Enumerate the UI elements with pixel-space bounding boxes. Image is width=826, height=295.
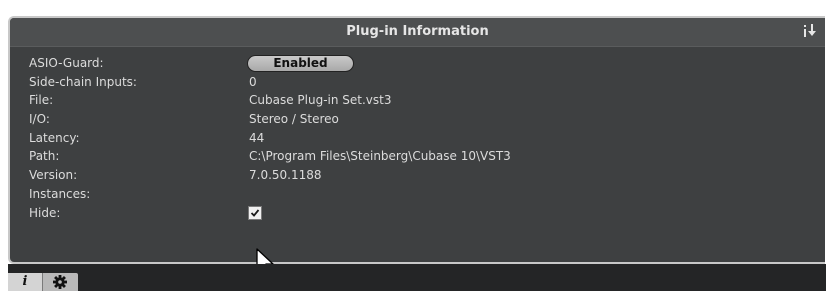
info-rows: ASIO-Guard: Enabled Side-chain Inputs: 0… — [10, 54, 825, 222]
io-value: Stereo / Stereo — [249, 112, 339, 127]
row-file: File: Cubase Plug-in Set.vst3 — [10, 91, 825, 110]
panel-title: Plug-in Information — [346, 24, 489, 39]
asio-guard-enabled-button[interactable]: Enabled — [247, 55, 354, 72]
asio-guard-label: ASIO-Guard: — [29, 56, 104, 70]
file-value: Cubase Plug-in Set.vst3 — [249, 93, 392, 108]
path-label: Path: — [29, 149, 60, 164]
row-latency: Latency: 44 — [10, 129, 825, 148]
row-io: I/O: Stereo / Stereo — [10, 110, 825, 129]
version-label: Version: — [29, 168, 78, 183]
instances-label: Instances: — [29, 186, 91, 201]
row-hide: Hide: — [10, 204, 825, 223]
latency-value: 44 — [249, 130, 265, 145]
settings-tab[interactable] — [42, 273, 78, 291]
gear-icon — [53, 275, 67, 289]
path-value: C:\Program Files\Steinberg\Cubase 10\VST… — [249, 149, 511, 164]
hide-label: Hide: — [29, 205, 61, 220]
row-version: Version: 7.0.50.1188 — [10, 166, 825, 185]
row-asio-guard: ASIO-Guard: Enabled — [10, 54, 825, 73]
io-label: I/O: — [29, 112, 50, 127]
latency-label: Latency: — [29, 130, 80, 145]
side-chain-inputs-value: 0 — [249, 74, 257, 89]
hide-checkbox[interactable] — [248, 205, 262, 220]
info-tab[interactable]: i — [8, 273, 42, 291]
version-value: 7.0.50.1188 — [249, 168, 322, 183]
export-info-icon[interactable] — [803, 23, 817, 39]
row-side-chain-inputs: Side-chain Inputs: 0 — [10, 73, 825, 92]
checkmark-icon — [250, 208, 260, 217]
side-chain-inputs-label: Side-chain Inputs: — [29, 74, 137, 89]
bottom-toolbar — [8, 264, 826, 291]
inspector-tabs: i — [8, 273, 78, 291]
panel-header: Plug-in Information — [10, 18, 825, 47]
file-label: File: — [29, 93, 54, 108]
row-path: Path: C:\Program Files\Steinberg\Cubase … — [10, 147, 825, 166]
row-instances: Instances: — [10, 185, 825, 204]
plugin-information-panel: Plug-in Information ASIO-Guard: Enabled … — [8, 16, 825, 264]
